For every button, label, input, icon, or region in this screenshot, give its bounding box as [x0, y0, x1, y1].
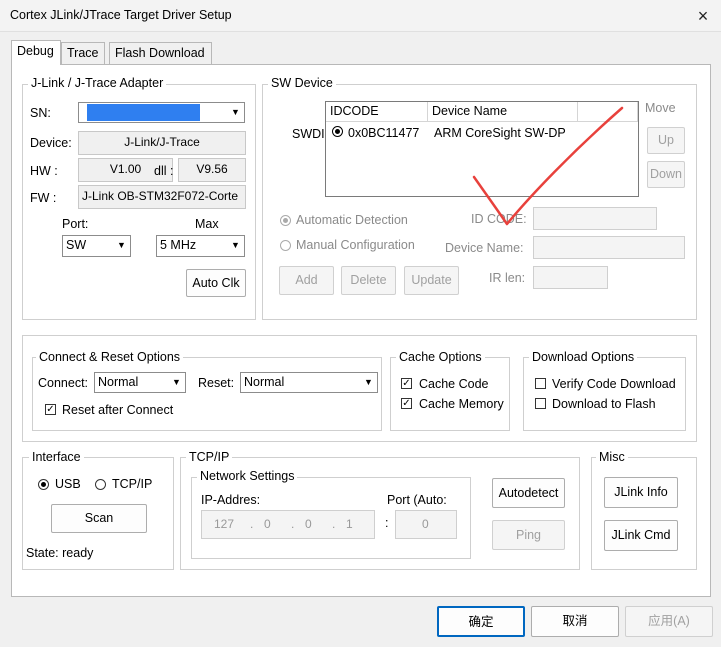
red-checkmark-annotation	[472, 106, 624, 226]
checkmark-icon	[472, 106, 624, 226]
tab-debug[interactable]: Debug	[11, 40, 61, 65]
